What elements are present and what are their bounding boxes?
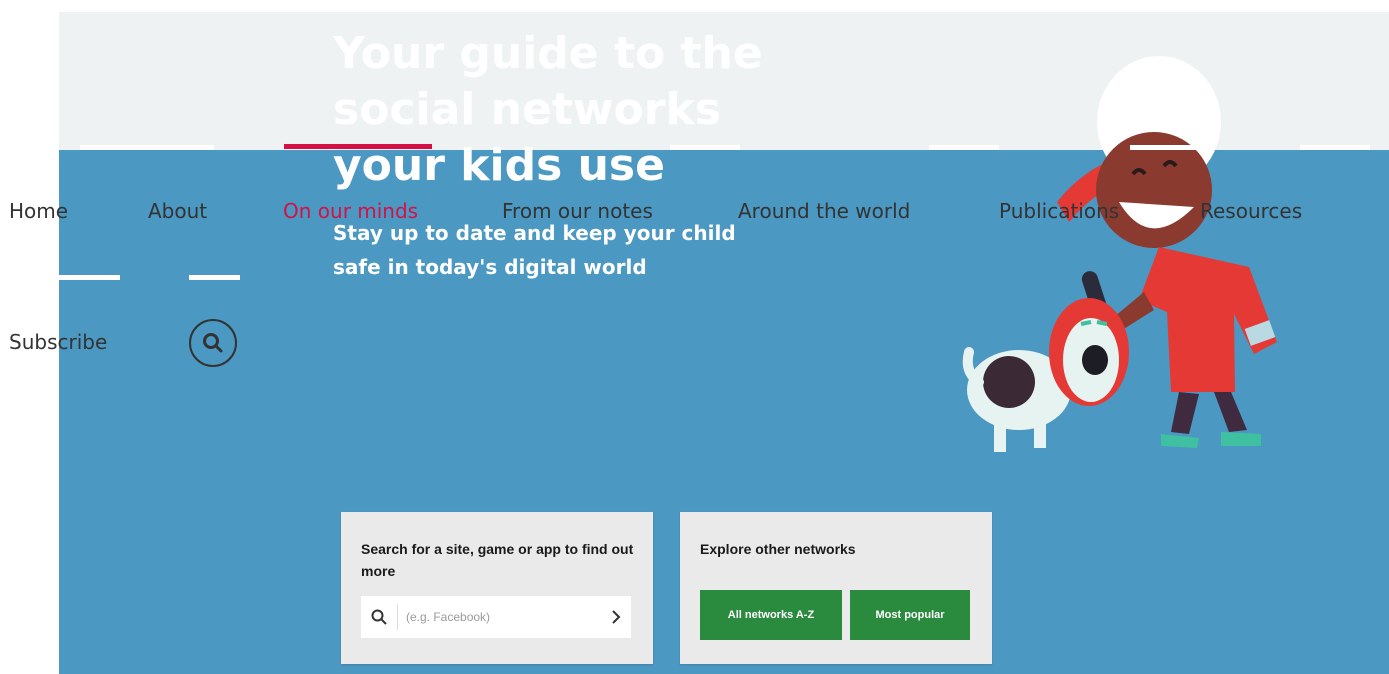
explore-panel-title: Explore other networks — [700, 541, 856, 557]
hero-title-line-1: Your guide to the — [333, 28, 763, 79]
nav-bar-on-our-minds — [284, 144, 432, 149]
nav-bar-subscribe — [59, 275, 120, 280]
hero-subtitle: Stay up to date and keep your child safe… — [333, 216, 793, 284]
nav-bar-home — [80, 145, 150, 150]
search-panel: Search for a site, game or app to find o… — [341, 512, 653, 664]
nav-item-publications[interactable]: Publications — [999, 199, 1119, 223]
explore-panel: Explore other networks All networks A-Z … — [680, 512, 992, 664]
chevron-right-icon[interactable] — [601, 610, 631, 624]
nav-item-around-the-world[interactable]: Around the world — [738, 199, 910, 223]
nav-search-button[interactable] — [189, 319, 237, 367]
kid-and-dog-illustration — [962, 56, 1277, 452]
nav-item-home[interactable]: Home — [9, 199, 68, 223]
kid-shirt — [1139, 247, 1277, 392]
nav-bar-resources — [1300, 145, 1370, 150]
hero-title-line-2: social networks — [333, 84, 721, 135]
nav-item-about[interactable]: About — [148, 199, 207, 223]
dog-nose — [1082, 345, 1108, 375]
nav-bar-publications — [1130, 145, 1200, 150]
nav-bar-about — [150, 145, 214, 150]
nav-bar-from-our-notes — [670, 145, 740, 150]
nav-item-from-our-notes[interactable]: From our notes — [502, 199, 653, 223]
hero-banner: Your guide to the social networks your k… — [59, 12, 1389, 674]
kid-shoes — [1161, 432, 1261, 448]
hero-subtitle-line-2: safe in today's digital world — [333, 255, 647, 279]
most-popular-button[interactable]: Most popular — [850, 590, 970, 640]
dog-spot — [983, 356, 1035, 408]
nav-bar-search — [189, 275, 240, 280]
nav-item-resources[interactable]: Resources — [1200, 199, 1302, 223]
site-search-input[interactable] — [398, 596, 601, 638]
nav-bar-around-the-world — [929, 145, 999, 150]
dog-leg-1 — [994, 422, 1006, 452]
search-icon — [203, 333, 223, 353]
hero-title: Your guide to the social networks your k… — [333, 26, 813, 194]
search-panel-title: Search for a site, game or app to find o… — [361, 541, 634, 579]
nav-item-on-our-minds[interactable]: On our minds — [283, 199, 418, 223]
search-icon — [361, 609, 397, 625]
site-search-box — [361, 596, 631, 638]
all-networks-button[interactable]: All networks A-Z — [700, 590, 842, 640]
dog-leg-2 — [1034, 422, 1046, 448]
kid-legs — [1171, 392, 1247, 434]
subscribe-link[interactable]: Subscribe — [9, 330, 107, 354]
